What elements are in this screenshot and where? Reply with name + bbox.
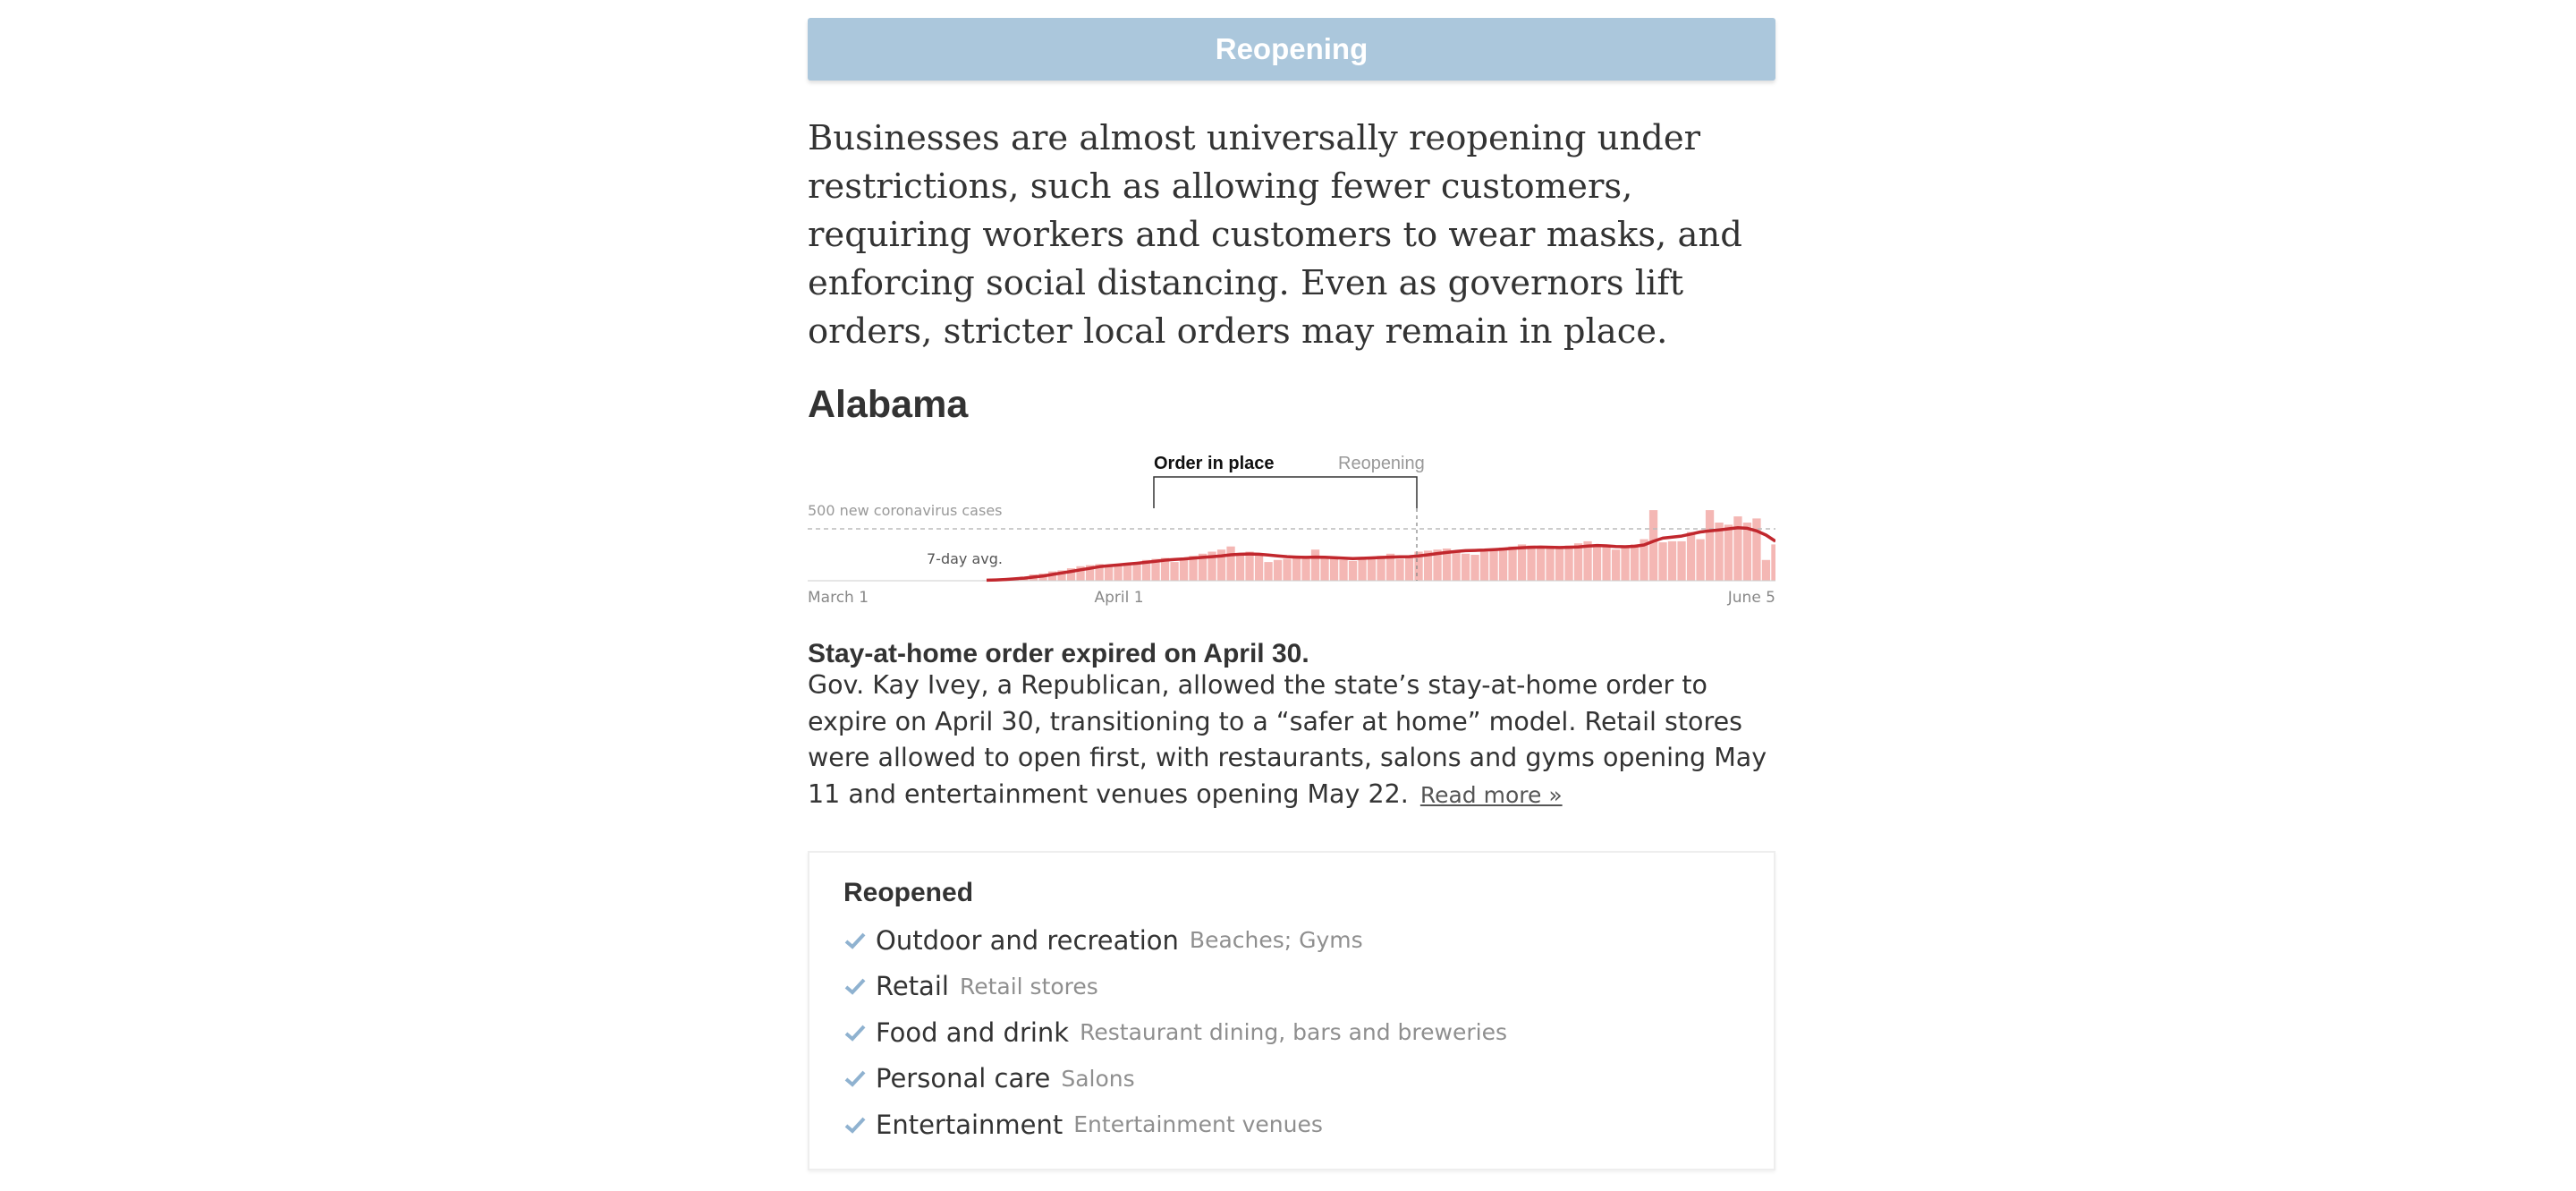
case-bar: [1686, 532, 1696, 581]
case-bar: [1536, 546, 1546, 581]
case-bar: [1377, 556, 1385, 581]
case-bars: [982, 510, 1775, 581]
checkmark-icon: [843, 1068, 876, 1088]
cases-chart-svg: Order in place Reopening 500 new coronav…: [808, 454, 1775, 607]
case-bar: [1179, 559, 1189, 581]
checkmark-icon: [843, 931, 876, 950]
x-tick-march-1: March 1: [808, 589, 869, 607]
case-bar: [1339, 559, 1348, 581]
case-bar: [1517, 544, 1527, 581]
banner-label: Reopening: [1215, 32, 1368, 65]
reopening-period-label: Reopening: [1338, 454, 1425, 473]
x-tick-june-5: June 5: [1727, 589, 1775, 607]
case-bar: [1367, 557, 1377, 581]
case-bar: [1742, 523, 1752, 581]
checkmark-icon: [843, 1023, 876, 1042]
case-bar: [1733, 516, 1742, 581]
reopened-card: Reopened Outdoor and recreation Beaches;…: [808, 851, 1775, 1170]
case-bar: [1621, 547, 1630, 581]
category-label: Food and drink: [876, 1017, 1070, 1048]
case-bar: [1114, 565, 1123, 581]
case-bar: [1771, 544, 1775, 581]
category-details: Salons: [1061, 1065, 1135, 1092]
reopened-title: Reopened: [843, 878, 974, 907]
read-more-link[interactable]: Read more »: [1420, 782, 1563, 808]
case-bar: [1667, 540, 1677, 581]
category-label: Retail: [876, 971, 949, 1002]
case-bar: [1264, 562, 1273, 581]
case-bar: [1479, 551, 1489, 581]
category-details: Retail stores: [959, 973, 1098, 1000]
list-item: Personal care Salons: [843, 1056, 1507, 1102]
case-bar: [1658, 542, 1667, 581]
list-item: Entertainment Entertainment venues: [843, 1102, 1507, 1148]
case-bar: [1630, 544, 1640, 581]
case-bar: [1310, 549, 1320, 581]
case-bar: [1170, 562, 1179, 581]
checkmark-icon: [843, 1115, 876, 1135]
case-bar: [1611, 549, 1621, 581]
reopening-banner: Reopening: [808, 18, 1775, 81]
order-period-bracket: [1153, 476, 1418, 508]
case-bar: [1301, 556, 1310, 581]
category-label: Outdoor and recreation: [876, 924, 1179, 956]
case-bar: [1564, 545, 1573, 581]
case-bar: [1555, 546, 1564, 581]
update-body: Gov. Kay Ivey, a Republican, allowed the…: [808, 668, 1775, 813]
category-label: Entertainment: [876, 1109, 1063, 1140]
case-bar: [1752, 518, 1761, 581]
case-bar: [1273, 559, 1283, 581]
case-bar: [1292, 557, 1301, 581]
case-bar: [1761, 559, 1771, 581]
case-bar: [1245, 551, 1254, 581]
update-body-text: Gov. Kay Ivey, a Republican, allowed the…: [808, 670, 1767, 809]
case-bar: [1395, 558, 1404, 581]
checkmark-icon: [843, 976, 876, 996]
case-bar: [1461, 553, 1470, 581]
case-bar: [1546, 547, 1555, 581]
case-bar: [1592, 544, 1602, 581]
case-bar: [1320, 557, 1329, 581]
case-bar: [1498, 547, 1508, 581]
case-bar: [1358, 557, 1367, 581]
case-bar: [1677, 540, 1686, 581]
case-bar: [1235, 553, 1245, 581]
state-heading: Alabama: [808, 383, 969, 426]
case-bar: [1705, 510, 1715, 581]
case-bar: [1283, 558, 1292, 581]
case-bar: [1573, 543, 1583, 581]
case-bar: [1329, 558, 1339, 581]
case-bar: [1348, 561, 1358, 581]
case-bar: [1602, 546, 1611, 581]
case-bar: [1489, 549, 1498, 581]
seven-day-average-label: 7-day avg.: [927, 550, 1003, 567]
case-bar: [1254, 555, 1264, 581]
order-in-place-label: Order in place: [1154, 454, 1275, 473]
case-bar: [1648, 510, 1658, 581]
cases-chart: Order in place Reopening 500 new coronav…: [808, 438, 1775, 617]
case-bar: [1452, 550, 1461, 581]
case-bar: [1226, 546, 1235, 581]
case-bar: [1404, 557, 1414, 581]
case-bar: [1724, 524, 1733, 581]
case-bar: [1104, 566, 1114, 581]
case-bar: [1508, 546, 1517, 581]
list-item: Outdoor and recreation Beaches; Gyms: [843, 917, 1507, 964]
category-details: Entertainment venues: [1073, 1111, 1323, 1138]
reference-line-label: 500 new coronavirus cases: [808, 502, 1003, 519]
case-bar: [1470, 555, 1479, 581]
case-bar: [1696, 539, 1705, 581]
case-bar: [1527, 545, 1536, 581]
category-label: Personal care: [876, 1063, 1051, 1094]
x-tick-april-1: April 1: [1094, 589, 1143, 607]
list-item: Retail Retail stores: [843, 964, 1507, 1010]
list-item: Food and drink Restaurant dining, bars a…: [843, 1009, 1507, 1056]
category-details: Beaches; Gyms: [1189, 927, 1363, 954]
intro-paragraph: Businesses are almost universally reopen…: [808, 118, 1742, 352]
reopened-list: Outdoor and recreation Beaches; Gyms Ret…: [843, 917, 1507, 1148]
category-details: Restaurant dining, bars and breweries: [1080, 1019, 1507, 1046]
